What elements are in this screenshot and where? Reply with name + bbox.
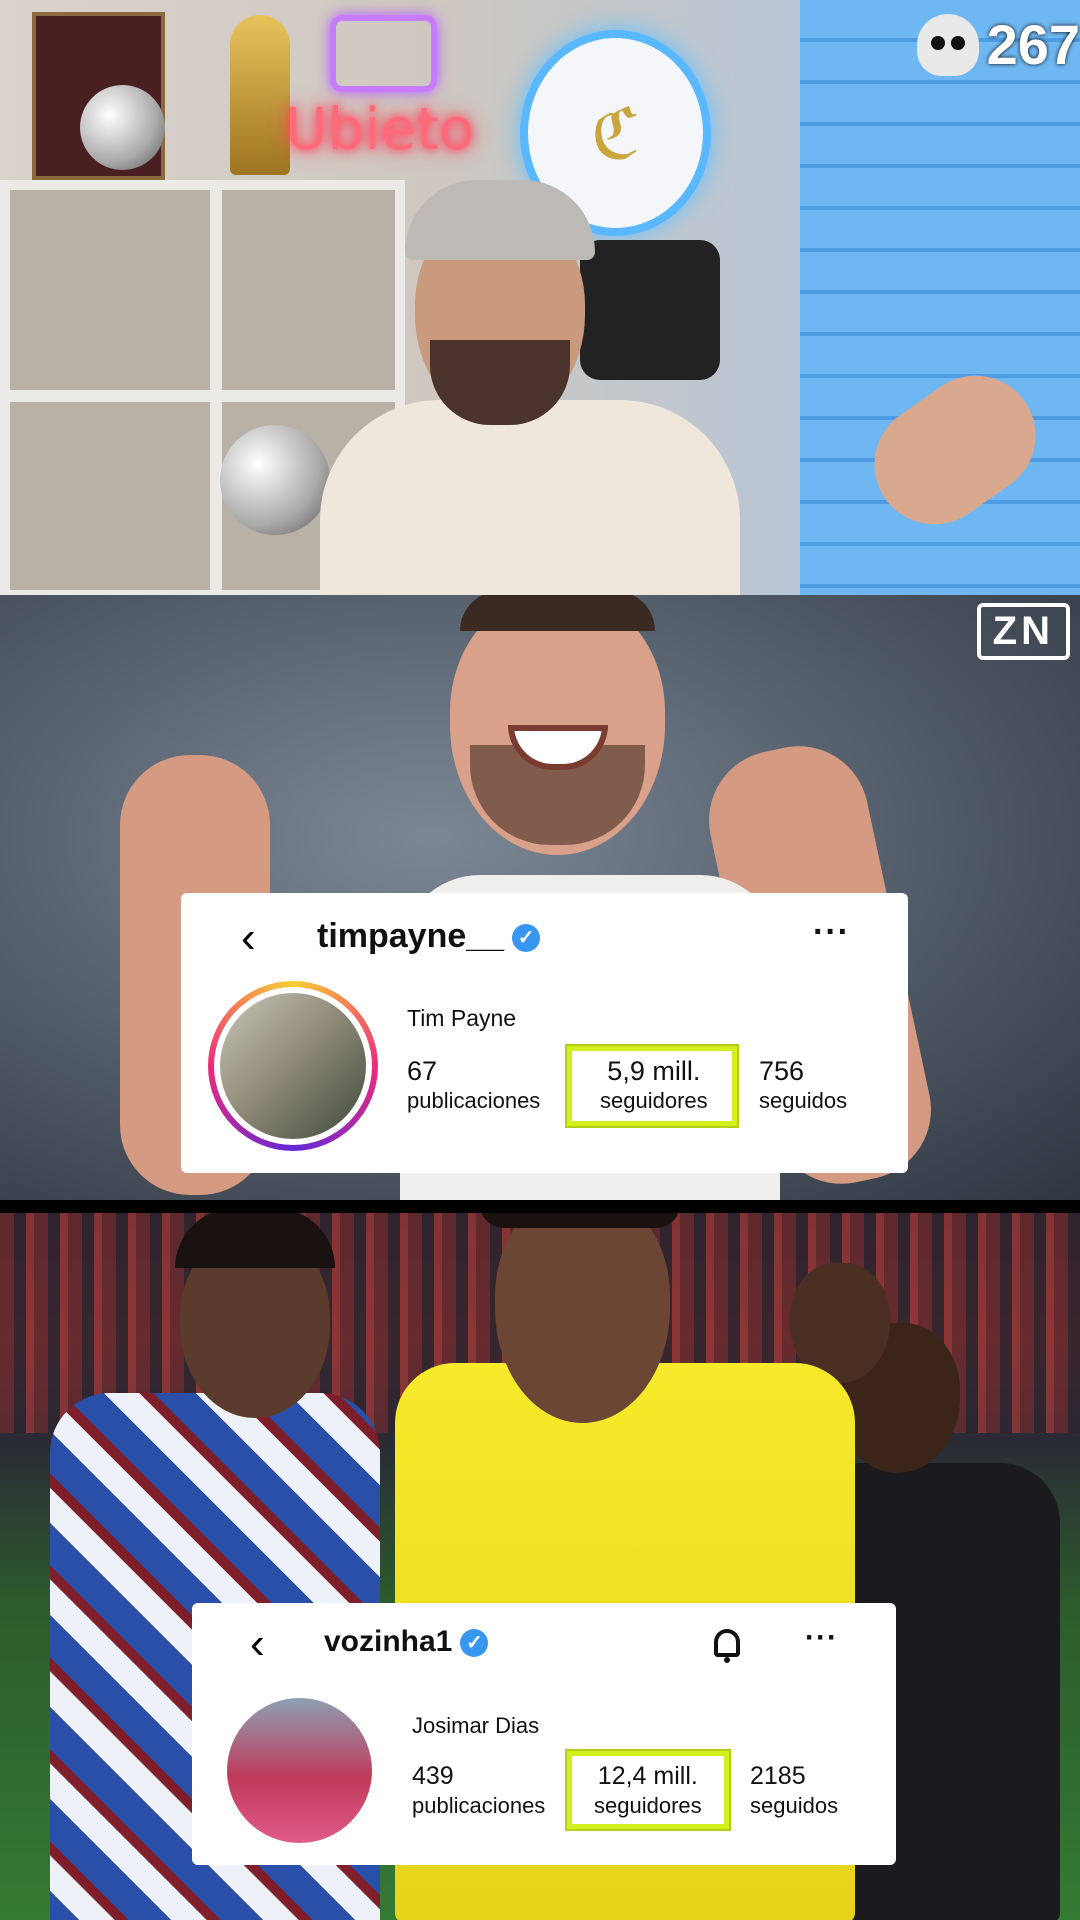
posts-label: publicaciones bbox=[412, 1793, 546, 1818]
posts-stat[interactable]: 439 publicaciones bbox=[412, 1760, 545, 1820]
posts-stat[interactable]: 67 publicaciones bbox=[407, 1055, 540, 1115]
followers-stat[interactable]: 12,4 mill. seguidores bbox=[594, 1760, 702, 1820]
viewer-count: 267 bbox=[986, 13, 1080, 76]
profile-avatar[interactable] bbox=[227, 1698, 372, 1843]
player-hair-left bbox=[175, 1213, 335, 1268]
channel-watermark: ZN bbox=[976, 603, 1070, 660]
streamer bbox=[320, 170, 740, 595]
profile-username[interactable]: timpayne__ bbox=[317, 917, 504, 955]
viewer-counter: 267 bbox=[916, 12, 1080, 77]
posts-count: 439 bbox=[412, 1762, 454, 1790]
signed-ball-icon bbox=[80, 85, 165, 170]
profile-avatar[interactable] bbox=[208, 981, 378, 1151]
following-count: 756 bbox=[759, 1056, 805, 1086]
followers-label: seguidores bbox=[600, 1088, 708, 1113]
chevron-left-icon[interactable]: ‹ bbox=[250, 1619, 265, 1669]
followers-stat[interactable]: 5,9 mill. seguidores bbox=[600, 1055, 708, 1115]
player-face bbox=[450, 595, 665, 855]
following-stat[interactable]: 2185 seguidos bbox=[750, 1760, 838, 1820]
more-options-icon[interactable]: ··· bbox=[805, 1621, 838, 1655]
neon-sign: Ubieto bbox=[285, 95, 475, 163]
avatar-photo bbox=[220, 993, 366, 1139]
profile-display-name: Josimar Dias bbox=[412, 1713, 540, 1738]
following-stat[interactable]: 756 seguidos bbox=[759, 1055, 847, 1115]
instagram-profile-card-1: ‹ timpayne__ ✓ ··· Tim Payne 67 publicaci… bbox=[181, 893, 908, 1173]
goalkeeper-hair bbox=[480, 1213, 680, 1228]
verified-badge-icon: ✓ bbox=[460, 1629, 489, 1658]
profile-username[interactable]: vozinha1 bbox=[324, 1625, 452, 1658]
football-icon bbox=[220, 425, 330, 535]
followers-label: seguidores bbox=[594, 1793, 702, 1818]
following-label: seguidos bbox=[759, 1088, 848, 1113]
streamer-webcam-panel: Ubieto ℭ 267 bbox=[0, 0, 1080, 595]
following-label: seguidos bbox=[750, 1793, 839, 1818]
trophy-icon bbox=[230, 15, 290, 175]
skull-icon bbox=[916, 13, 979, 76]
followers-count: 5,9 mill. bbox=[607, 1056, 701, 1086]
verified-badge-icon: ✓ bbox=[512, 924, 541, 953]
more-options-icon[interactable]: ··· bbox=[813, 913, 850, 952]
profile-display-name: Tim Payne bbox=[407, 1005, 517, 1031]
chevron-left-icon[interactable]: ‹ bbox=[241, 913, 256, 963]
posts-label: publicaciones bbox=[407, 1088, 541, 1113]
instagram-profile-card-2: ‹ vozinha1 ✓ ··· Josimar Dias 439 publica… bbox=[192, 1603, 896, 1865]
followers-count: 12,4 mill. bbox=[597, 1762, 698, 1790]
following-count: 2185 bbox=[750, 1762, 806, 1790]
posts-count: 67 bbox=[407, 1056, 438, 1086]
bell-icon[interactable] bbox=[714, 1629, 740, 1663]
twitch-neon-icon bbox=[330, 15, 437, 92]
